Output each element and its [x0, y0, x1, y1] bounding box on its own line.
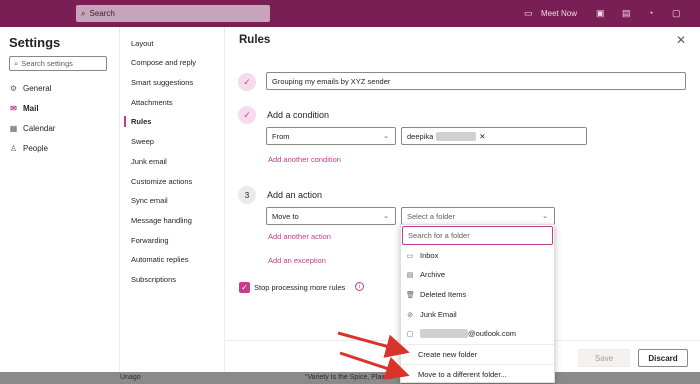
global-search[interactable]: ⌕ Search [76, 5, 270, 22]
condition-value-input[interactable]: deepika ✕ [401, 127, 587, 145]
background-mail-list: Unago "Variety Is the Spice, Plain ... [0, 372, 700, 384]
redacted-block [436, 131, 477, 141]
background-subject: "Variety Is the Spice, Plain ... [305, 374, 395, 381]
archive-icon: ▤ [406, 271, 414, 279]
gear-icon: ⚙ [9, 84, 18, 93]
create-new-folder-label: Create new folder [418, 349, 478, 359]
subnav-sweep[interactable]: Sweep [131, 137, 154, 146]
folder-junk-label: Junk Email [420, 310, 457, 319]
mail-icon: ✉ [10, 104, 17, 113]
condition-label: Add a condition [267, 110, 330, 120]
condition-type-select[interactable]: From ⌄ [266, 127, 396, 145]
subnav-subscriptions[interactable]: Subscriptions [131, 275, 176, 284]
folder-inbox-label: Inbox [420, 251, 439, 260]
subnav-junk-email[interactable]: Junk email [131, 157, 167, 166]
mail-sub-nav: Layout Compose and reply Smart suggestio… [121, 27, 225, 372]
nav-general-label: General [23, 84, 52, 93]
step-2-check-icon: ✓ [238, 106, 256, 124]
people-icon: ♙ [9, 144, 18, 153]
settings-dialog: Settings ⌕ Search settings ⚙ General ✉ M… [0, 27, 700, 372]
rule-name-input[interactable]: Grouping my emails by XYZ sender [266, 72, 686, 90]
step-1-check-icon: ✓ [238, 73, 256, 91]
folder-account[interactable]: ▢ @outlook.com [401, 324, 554, 343]
folder-search-placeholder: Search for a folder [408, 231, 470, 240]
folder-icon: ▢ [406, 330, 414, 338]
settings-search-placeholder: Search settings [21, 59, 73, 68]
folder-archive-label: Archive [420, 270, 446, 279]
save-button[interactable]: Save [578, 349, 630, 367]
search-icon: ⌕ [81, 8, 86, 18]
folder-dropdown: Search for a folder ▭ Inbox ▤ Archive 🗑︎… [400, 224, 555, 383]
subnav-sync-email[interactable]: Sync email [131, 196, 168, 205]
folder-junk[interactable]: ⊘ Junk Email [401, 305, 554, 324]
subnav-layout[interactable]: Layout [131, 39, 154, 48]
nav-calendar[interactable]: ▦ Calendar [9, 124, 56, 133]
subnav-customize-actions[interactable]: Customize actions [131, 177, 192, 186]
nav-people[interactable]: ♙ People [9, 144, 48, 153]
inbox-icon: ▭ [406, 252, 414, 260]
office-icon[interactable]: ▤ [622, 8, 631, 19]
folder-search-input[interactable]: Search for a folder [402, 226, 553, 245]
action-type-select[interactable]: Move to ⌄ [266, 207, 396, 225]
folder-deleted-label: Deleted Items [420, 290, 467, 299]
settings-search-input[interactable]: ⌕ Search settings [9, 56, 107, 71]
subnav-forwarding[interactable]: Forwarding [131, 236, 169, 245]
folder-archive[interactable]: ▤ Archive [401, 265, 554, 284]
chevron-down-icon: ⌄ [383, 213, 389, 220]
rule-name-value: Grouping my emails by XYZ sender [272, 76, 391, 86]
nav-calendar-label: Calendar [23, 124, 56, 133]
add-condition-link[interactable]: Add another condition [268, 155, 341, 164]
chevron-down-icon: ⌄ [383, 133, 389, 140]
settings-nav: Settings ⌕ Search settings ⚙ General ✉ M… [0, 27, 120, 372]
folder-account-label: @outlook.com [468, 329, 517, 338]
trash-icon: 🗑︎ [406, 291, 415, 299]
stop-processing-label: Stop processing more rules [254, 283, 346, 292]
subnav-smart-suggestions[interactable]: Smart suggestions [131, 78, 193, 87]
folder-inbox[interactable]: ▭ Inbox [401, 246, 554, 265]
add-action-link[interactable]: Add another action [268, 232, 331, 241]
nav-people-label: People [23, 144, 48, 153]
action-label: Add an action [267, 190, 323, 200]
video-icon[interactable]: ▭ [524, 8, 533, 19]
folder-deleted[interactable]: 🗑︎ Deleted Items [401, 285, 554, 304]
subnav-rules[interactable]: Rules [123, 116, 151, 127]
meet-now-button[interactable]: Meet Now [541, 9, 577, 18]
move-to-different-folder[interactable]: Move to a different folder... [401, 364, 554, 383]
action-type-value: Move to [272, 211, 299, 221]
help-icon[interactable]: ▢ [672, 8, 681, 19]
calendar-icon: ▦ [9, 124, 18, 133]
nav-mail[interactable]: ✉ Mail [9, 104, 39, 113]
stop-processing-checkbox[interactable]: ✓ [239, 282, 250, 293]
search-icon: ⌕ [14, 58, 19, 68]
sender-pill: deepika ✕ [407, 131, 486, 141]
subnav-automatic-replies[interactable]: Automatic replies [131, 255, 189, 264]
folder-select-placeholder: Select a folder [407, 211, 455, 221]
close-icon[interactable]: ✕ [676, 33, 686, 47]
remove-pill-icon[interactable]: ✕ [479, 132, 485, 141]
settings-title: Settings [9, 35, 61, 50]
discard-button[interactable]: Discard [638, 349, 688, 367]
teams-icon[interactable]: ▣ [596, 8, 605, 19]
create-new-folder[interactable]: Create new folder [401, 344, 554, 363]
redacted-block [420, 329, 468, 338]
step-3-number: 3 [238, 186, 256, 204]
move-to-different-folder-label: Move to a different folder... [418, 369, 507, 379]
add-exception-link[interactable]: Add an exception [268, 256, 326, 265]
top-bar: ⌕ Search ▭ Meet Now ▣ ▤ ◔ ▢ [0, 0, 700, 27]
subnav-message-handling[interactable]: Message handling [131, 216, 192, 225]
chevron-down-icon: ⌄ [542, 213, 548, 220]
junk-icon: ⊘ [407, 311, 413, 319]
subnav-attachments[interactable]: Attachments [131, 98, 173, 107]
global-search-placeholder: Search [89, 9, 115, 18]
folder-select[interactable]: Select a folder ⌄ [401, 207, 555, 225]
bell-icon[interactable]: ◔ [648, 8, 653, 18]
info-icon[interactable]: i [355, 282, 364, 291]
nav-general[interactable]: ⚙ General [9, 84, 52, 93]
background-sender: Unago [120, 374, 141, 381]
subnav-compose[interactable]: Compose and reply [131, 58, 196, 67]
nav-mail-label: Mail [23, 104, 39, 113]
page-title: Rules [239, 34, 271, 46]
sender-pill-label: deepika [407, 131, 434, 141]
condition-type-value: From [272, 131, 290, 141]
